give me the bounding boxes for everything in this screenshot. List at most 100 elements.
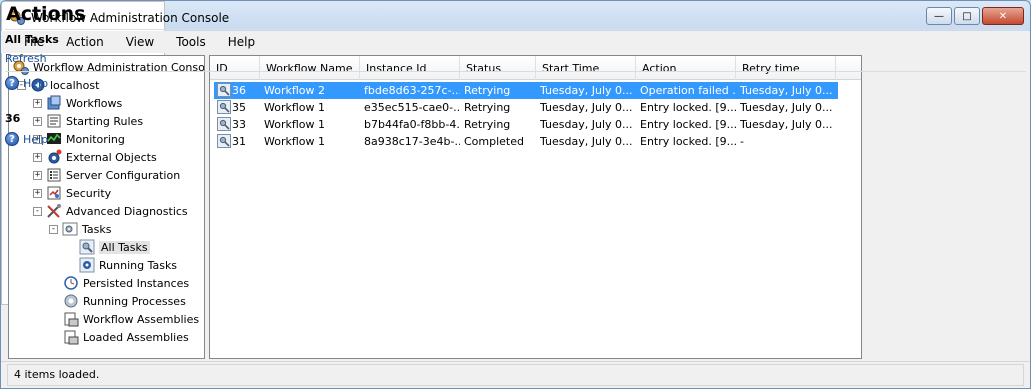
column-header-id[interactable]: ID	[210, 56, 260, 80]
monitoring-icon	[47, 133, 61, 144]
minimize-button[interactable]: —	[926, 7, 952, 25]
running-processes-icon	[64, 294, 78, 308]
tree-node-tasks[interactable]: - Tasks	[49, 220, 111, 238]
collapse-icon[interactable]: -	[49, 224, 58, 234]
table-cell: Retrying	[464, 84, 511, 97]
tree-node-label: Workflow Assemblies	[83, 312, 200, 326]
close-button[interactable]: ✕	[982, 7, 1024, 25]
tree-node-persisted-instances[interactable]: Persisted Instances	[63, 274, 189, 292]
menu-tools[interactable]: Tools	[165, 35, 217, 49]
tree-node-label: Server Configuration	[66, 168, 181, 182]
list-header: ID Workflow Name Instance Id Status Star…	[210, 56, 861, 80]
security-icon	[47, 186, 61, 200]
external-objects-icon	[48, 149, 62, 164]
assemblies-icon	[64, 330, 79, 345]
actions-section-selected: 36	[5, 112, 21, 125]
tree-node-label: Workflows	[66, 96, 123, 110]
running-tasks-icon	[79, 257, 95, 273]
persisted-instances-icon	[64, 276, 78, 290]
table-cell: -	[740, 135, 744, 148]
all-tasks-icon	[79, 239, 95, 255]
menu-action[interactable]: Action	[55, 35, 115, 49]
table-cell: Tuesday, July 0...	[740, 84, 832, 97]
status-bar: 4 items loaded.	[1, 361, 1030, 388]
tree-node-external-objects[interactable]: + External Objects	[33, 148, 157, 166]
tree-node-label: Running Tasks	[99, 258, 178, 272]
help-label: Help	[23, 132, 49, 146]
help-link-all-tasks[interactable]: ? Help	[5, 76, 48, 90]
table-cell: 36	[232, 84, 246, 97]
navigation-tree[interactable]: Workflow Administration Console - localh…	[8, 55, 205, 359]
help-label: Help	[23, 76, 49, 90]
table-cell: Workflow 1	[264, 118, 326, 131]
task-icon	[217, 134, 231, 148]
table-cell: Retrying	[464, 118, 511, 131]
table-cell: Operation failed ...	[640, 84, 736, 97]
tree-node-running-tasks[interactable]: Running Tasks	[79, 256, 177, 274]
table-row[interactable]: 35 Workflow 1 e35ec515-cae0-... Retrying Tue…	[214, 99, 838, 116]
table-cell: Entry locked. [9...	[640, 101, 736, 114]
table-cell: Entry locked. [9...	[640, 135, 736, 148]
tree-node-label: Running Processes	[83, 294, 186, 308]
tree-node-advanced-diagnostics[interactable]: - Advanced Diagnostics	[33, 202, 188, 220]
main-window: Workflow Administration Console — □ ✕ Fi…	[0, 0, 1031, 389]
tree-node-security[interactable]: + Security	[33, 184, 111, 202]
tree-node-running-processes[interactable]: Running Processes	[63, 292, 186, 310]
task-list[interactable]: ID Workflow Name Instance Id Status Star…	[209, 55, 862, 359]
table-cell: Retrying	[464, 101, 511, 114]
table-cell: Workflow 1	[264, 135, 326, 148]
column-header-status[interactable]: Status	[460, 56, 536, 80]
column-header-action[interactable]: Action	[636, 56, 736, 80]
refresh-link[interactable]: Refresh	[5, 52, 47, 65]
tree-node-label: Security	[66, 186, 112, 200]
menu-view[interactable]: View	[115, 35, 165, 49]
table-cell: Tuesday, July 0...	[540, 135, 633, 148]
help-icon: ?	[5, 76, 19, 90]
table-row[interactable]: 33 Workflow 1 b7b44fa0-f8bb-4... Retrying Tu…	[214, 116, 838, 133]
tree-node-workflows[interactable]: + Workflows	[33, 94, 122, 112]
tree-node-workflow-assemblies[interactable]: Workflow Assemblies	[63, 310, 199, 328]
title-bar: Workflow Administration Console — □ ✕	[1, 1, 1030, 31]
table-cell: Completed	[464, 135, 524, 148]
assemblies-icon	[64, 312, 79, 327]
table-cell: Tuesday, July 0...	[540, 101, 633, 114]
table-cell: Tuesday, July 0...	[740, 118, 832, 131]
tree-node-server-configuration[interactable]: + Server Configuration	[33, 166, 180, 184]
table-cell: e35ec515-cae0-...	[364, 101, 460, 114]
table-cell: Workflow 2	[264, 84, 326, 97]
table-row[interactable]: 31 Workflow 1 8a938c17-3e4b-... Completed Tu…	[214, 133, 838, 150]
maximize-button[interactable]: □	[954, 7, 980, 25]
expand-icon[interactable]: +	[33, 152, 42, 162]
tree-node-label: Starting Rules	[66, 114, 144, 128]
collapse-icon[interactable]: -	[33, 206, 42, 216]
table-cell: Entry locked. [9...	[640, 118, 736, 131]
status-text: 4 items loaded.	[7, 364, 1024, 386]
table-cell: Tuesday, July 0...	[540, 84, 633, 97]
tree-node-label: Persisted Instances	[83, 276, 190, 290]
column-header-retry-time[interactable]: Retry time	[736, 56, 836, 80]
tree-node-starting-rules[interactable]: + Starting Rules	[33, 112, 143, 130]
table-cell: Tuesday, July 0...	[540, 118, 633, 131]
list-icon	[47, 168, 61, 182]
column-header-workflow-name[interactable]: Workflow Name	[260, 56, 360, 80]
task-icon	[217, 100, 231, 114]
menu-bar: File Action View Tools Help	[1, 31, 1030, 53]
expand-icon[interactable]: +	[33, 116, 42, 126]
tree-node-all-tasks[interactable]: All Tasks	[79, 238, 150, 256]
expand-icon[interactable]: +	[33, 188, 42, 198]
expand-icon[interactable]: +	[33, 170, 42, 180]
tree-node-loaded-assemblies[interactable]: Loaded Assemblies	[63, 328, 189, 346]
table-cell: Workflow 1	[264, 101, 326, 114]
table-row[interactable]: 36 Workflow 2 fbde8d63-257c-... Retrying Tue…	[214, 82, 838, 99]
table-cell: 31	[232, 135, 246, 148]
column-header-instance-id[interactable]: Instance Id	[360, 56, 460, 80]
divider	[5, 29, 1026, 30]
help-link-selected[interactable]: ? Help	[5, 132, 48, 146]
actions-section-all-tasks: All Tasks	[5, 33, 59, 46]
menu-help[interactable]: Help	[217, 35, 266, 49]
column-header-start-time[interactable]: Start Time	[536, 56, 636, 80]
table-cell: 35	[232, 101, 246, 114]
tools-icon	[47, 204, 61, 218]
expand-icon[interactable]: +	[33, 98, 42, 108]
task-icon	[217, 83, 231, 97]
